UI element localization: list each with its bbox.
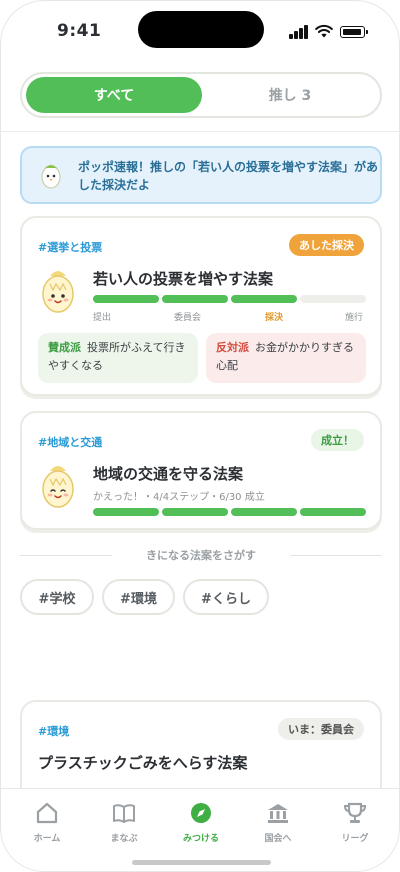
nav-home[interactable]: ホーム xyxy=(7,801,87,844)
status-badge: 成立！ xyxy=(311,429,364,451)
step-label-submitted: 提出 xyxy=(93,313,112,323)
bill-tag[interactable]: #選挙と投票 xyxy=(38,239,102,255)
bill-card[interactable]: #選挙と投票 あした採決 若い人の投票を増やす法案 提出 委員会 採決 施行 賛… xyxy=(20,216,382,396)
filter-tabs: すべて 推し 3 xyxy=(20,72,382,118)
step-label-committee: 委員会 xyxy=(174,313,202,323)
parliament-icon xyxy=(268,804,288,823)
con-opinion: 反対派 お金がかかりすぎる心配 xyxy=(206,333,366,383)
status-time: 9:41 xyxy=(57,21,102,41)
nav-label: ホーム xyxy=(33,834,61,844)
progress-step-4 xyxy=(300,508,366,516)
nav-label: 国会へ xyxy=(264,834,292,844)
search-heading: きになる法案をさがす xyxy=(20,546,382,564)
trophy-icon xyxy=(343,802,367,823)
status-badge: あした採決 xyxy=(289,234,364,256)
nav-parliament[interactable]: 国会へ xyxy=(238,801,318,844)
pro-label: 賛成派 xyxy=(48,341,81,354)
nav-label: みつける xyxy=(182,834,219,844)
home-indicator[interactable] xyxy=(132,860,271,865)
search-heading-text: きになる法案をさがす xyxy=(146,549,256,562)
status-bar: 9:41 xyxy=(1,1,399,61)
progress-step-3 xyxy=(231,295,297,303)
battery-icon xyxy=(340,26,368,38)
home-icon xyxy=(36,802,58,824)
step-label-enforced: 施行 xyxy=(345,313,364,323)
nav-learn[interactable]: まなぶ xyxy=(84,801,164,844)
banner-text: ポッポ速報！推しの「若い人の投票を増やす法案」があした採決だよ xyxy=(78,160,379,192)
bill-mascot-icon xyxy=(42,271,74,313)
progress-step-2 xyxy=(162,508,228,516)
pro-opinion: 賛成派 投票所がふえて行きやすくなる xyxy=(38,333,198,383)
nav-label: まなぶ xyxy=(110,834,138,844)
bill-title: 地域の交通を守る法案 xyxy=(93,465,244,483)
nav-label: リーグ xyxy=(341,834,369,844)
con-label: 反対派 xyxy=(216,341,249,354)
topic-chip-life[interactable]: #くらし xyxy=(183,579,269,615)
wifi-icon xyxy=(315,24,333,38)
progress-step-2 xyxy=(162,295,228,303)
nav-discover[interactable]: みつける xyxy=(161,801,241,844)
progress-step-1 xyxy=(93,295,159,303)
bird-mascot-icon xyxy=(41,165,61,189)
header-divider xyxy=(1,131,399,132)
progress-step-3 xyxy=(231,508,297,516)
bill-title: プラスチックごみをへらす法案 xyxy=(38,754,248,772)
book-icon xyxy=(113,804,135,823)
topic-chip-school[interactable]: #学校 xyxy=(20,579,94,615)
bill-tag[interactable]: #環境 xyxy=(38,723,69,739)
bill-tag[interactable]: #地域と交通 xyxy=(38,434,102,450)
phone-screen: 9:41 すべて 推し 3 ポッポ速報！推しの「若い人の投票を増やす法案」があし… xyxy=(0,0,400,872)
news-banner[interactable]: ポッポ速報！推しの「若い人の投票を増やす法案」があした採決だよ xyxy=(20,146,382,204)
bill-subtext: かえった！・4/4ステップ・6/30 成立 xyxy=(93,492,265,503)
bill-card[interactable]: #地域と交通 成立！ 地域の交通を守る法案 かえった！・4/4ステップ・6/30… xyxy=(20,411,382,530)
nav-league[interactable]: リーグ xyxy=(315,801,395,844)
signal-icon xyxy=(289,25,309,39)
compass-icon xyxy=(191,803,211,823)
progress-step-4 xyxy=(300,295,366,303)
dynamic-island xyxy=(138,11,264,48)
bill-title: 若い人の投票を増やす法案 xyxy=(93,270,274,288)
tab-oshi[interactable]: 推し 3 xyxy=(202,77,378,113)
bill-mascot-icon xyxy=(42,466,74,508)
progress-step-1 xyxy=(93,508,159,516)
status-badge: いま：委員会 xyxy=(278,718,364,740)
tab-all[interactable]: すべて xyxy=(26,77,202,113)
step-label-vote: 採決 xyxy=(265,313,284,323)
topic-chip-environment[interactable]: #環境 xyxy=(102,579,175,615)
